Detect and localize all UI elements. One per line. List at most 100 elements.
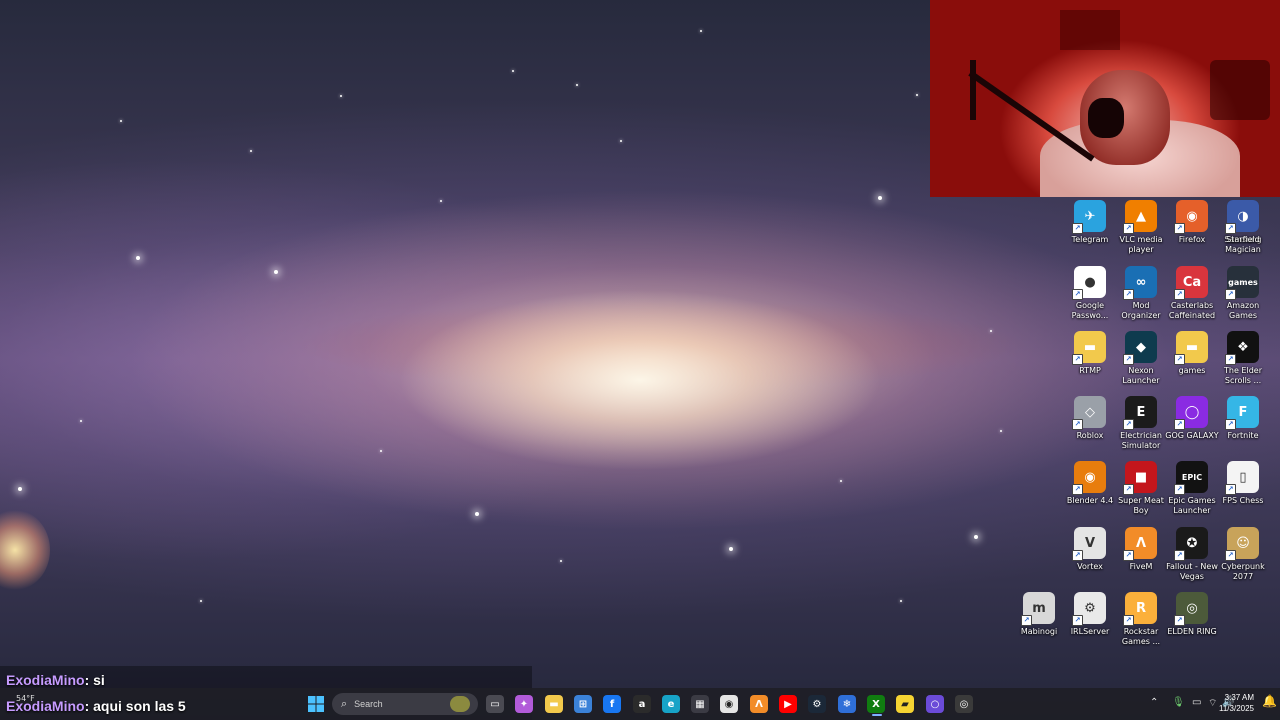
- app-icon: ✪ ↗: [1174, 527, 1208, 561]
- app-icon: m ↗: [1021, 592, 1055, 626]
- desktop-icon[interactable]: ❖ ↗ The Elder Scrolls ...: [1216, 331, 1270, 386]
- desktop-icon-label: Fortnite: [1227, 431, 1259, 440]
- desktop-icon-label: GOG GALAXY: [1165, 431, 1219, 440]
- clock-date: 11/3/2025: [1219, 704, 1254, 713]
- desktop-icon[interactable]: Λ ↗ FiveM: [1114, 527, 1168, 572]
- shortcut-arrow-icon: ↗: [1123, 419, 1134, 430]
- taskbar-app-file-explorer[interactable]: ▬: [542, 692, 566, 716]
- start-button[interactable]: [304, 692, 328, 716]
- taskbar-app-calculator[interactable]: ▦: [688, 692, 712, 716]
- desktop-icon[interactable]: ▬ ↗ games: [1165, 331, 1219, 376]
- taskbar-app-microsoft-store[interactable]: ⊞: [571, 692, 595, 716]
- desktop-icon[interactable]: ● ↗ Google Passwo...: [1063, 266, 1117, 321]
- chevron-up-icon[interactable]: ⌃: [1150, 697, 1158, 708]
- desktop-icon-label: Firefox: [1178, 235, 1206, 244]
- desktop-icon[interactable]: ◇ ↗ Roblox: [1063, 396, 1117, 441]
- webcam-lamp: [1060, 10, 1120, 50]
- star: [512, 70, 514, 72]
- desktop-icon[interactable]: ✈ ↗ Telegram: [1063, 200, 1117, 245]
- notification-icon[interactable]: 🔔: [1262, 694, 1277, 708]
- shortcut-arrow-icon: ↗: [1174, 615, 1185, 626]
- desktop-icon[interactable]: ⚙ ↗ IRLServer: [1063, 592, 1117, 637]
- app-icon: ▲ ↗: [1123, 200, 1157, 234]
- star: [974, 535, 978, 539]
- app-icon: F ↗: [1225, 396, 1259, 430]
- star: [80, 420, 82, 422]
- desktop-icon[interactable]: ☺ ↗ Cyberpunk 2077: [1216, 527, 1270, 582]
- desktop-icon[interactable]: ◑ ↗ Starfield: [1216, 200, 1270, 245]
- desktop-icon[interactable]: ◉ ↗ Firefox: [1165, 200, 1219, 245]
- desktop-icon[interactable]: V ↗ Vortex: [1063, 527, 1117, 572]
- desktop-icon[interactable]: games ↗ Amazon Games: [1216, 266, 1270, 321]
- microphone-icon[interactable]: 🎙: [1172, 697, 1185, 708]
- taskbar-app-cortana-app[interactable]: ○: [923, 692, 947, 716]
- desktop-icon-label: Rockstar Games ...: [1121, 627, 1161, 646]
- taskbar-app-amazon[interactable]: a: [630, 692, 654, 716]
- chat-line: ExodiaMino: aqui son las 5: [6, 698, 186, 714]
- star: [136, 256, 140, 260]
- display-icon[interactable]: ▭: [1192, 697, 1201, 708]
- shortcut-arrow-icon: ↗: [1123, 484, 1134, 495]
- desktop-icon[interactable]: EPIC ↗ Epic Games Launcher: [1165, 461, 1219, 516]
- star: [18, 487, 22, 491]
- nebula-glow: [0, 510, 50, 590]
- desktop-icon-label: Roblox: [1076, 431, 1104, 440]
- desktop-icon[interactable]: ◉ ↗ Blender 4.4: [1063, 461, 1117, 506]
- app-icon: ✈ ↗: [1072, 200, 1106, 234]
- taskbar-app-task-view[interactable]: ▭: [483, 692, 507, 716]
- blue-app-icon: ❄: [838, 695, 856, 713]
- star: [274, 270, 278, 274]
- taskbar-app-facebook[interactable]: f: [600, 692, 624, 716]
- desktop-icon[interactable]: m ↗ Mabinogi: [1012, 592, 1066, 637]
- system-clock[interactable]: 3:37 AM 11/3/2025: [1219, 692, 1254, 714]
- active-app-indicator: [872, 714, 882, 716]
- shortcut-arrow-icon: ↗: [1072, 289, 1083, 300]
- desktop-icon[interactable]: R ↗ Rockstar Games ...: [1114, 592, 1168, 647]
- taskbar-app-blue-app[interactable]: ❄: [835, 692, 859, 716]
- shortcut-arrow-icon: ↗: [1225, 223, 1236, 234]
- shortcut-arrow-icon: ↗: [1072, 419, 1083, 430]
- desktop-icon-label: The Elder Scrolls ...: [1224, 366, 1262, 385]
- network-icon[interactable]: ⌔: [1208, 697, 1217, 710]
- desktop-icon[interactable]: F ↗ Fortnite: [1216, 396, 1270, 441]
- desktop-icon[interactable]: ◎ ↗ ELDEN RING: [1165, 592, 1219, 637]
- shortcut-arrow-icon: ↗: [1072, 484, 1083, 495]
- desktop-icon-grid: ✈↗Telegram▲↗VLC media player◉↗Firefox○↗S…: [1021, 200, 1280, 660]
- desktop-icon-label: Vortex: [1077, 562, 1103, 571]
- clock-time: 3:37 AM: [1224, 693, 1254, 702]
- star: [1000, 430, 1002, 432]
- star: [990, 330, 992, 332]
- youtube-icon: ▶: [779, 695, 797, 713]
- desktop-icon[interactable]: ◯ ↗ GOG GALAXY: [1165, 396, 1219, 441]
- desktop-icon[interactable]: ∞ ↗ Mod Organizer: [1114, 266, 1168, 321]
- desktop-icon[interactable]: ▬ ↗ RTMP: [1063, 331, 1117, 376]
- taskbar-app-steam[interactable]: ⚙: [805, 692, 829, 716]
- microsoft-store-icon: ⊞: [574, 695, 592, 713]
- taskbar-app-obs[interactable]: ◎: [952, 692, 976, 716]
- shortcut-arrow-icon: ↗: [1123, 354, 1134, 365]
- desktop-icon-label: VLC media player: [1119, 235, 1163, 254]
- taskbar-app-edge[interactable]: e: [659, 692, 683, 716]
- taskbar-app-fivem[interactable]: Λ: [747, 692, 771, 716]
- search-placeholder: Search: [354, 699, 383, 709]
- taskbar-app-youtube[interactable]: ▶: [776, 692, 800, 716]
- taskbar-app-xbox[interactable]: X: [864, 692, 888, 716]
- desktop-icon[interactable]: Ca ↗ Casterlabs Caffeinated: [1165, 266, 1219, 321]
- shortcut-arrow-icon: ↗: [1021, 615, 1032, 626]
- shortcut-arrow-icon: ↗: [1174, 484, 1185, 495]
- obs-icon: ◎: [955, 695, 973, 713]
- desktop-icon[interactable]: ▲ ↗ VLC media player: [1114, 200, 1168, 255]
- desktop-icon[interactable]: ✪ ↗ Fallout - New Vegas: [1165, 527, 1219, 582]
- taskbar-app-sticky-notes[interactable]: ▰: [893, 692, 917, 716]
- star: [120, 120, 122, 122]
- taskbar-app-chrome[interactable]: ◉: [717, 692, 741, 716]
- app-icon: R ↗: [1123, 592, 1157, 626]
- desktop-icon[interactable]: ◆ ↗ Nexon Launcher: [1114, 331, 1168, 386]
- desktop-icon-label: Super Meat Boy: [1118, 496, 1164, 515]
- desktop-icon[interactable]: ■ ↗ Super Meat Boy: [1114, 461, 1168, 516]
- desktop-icon[interactable]: ▯ ↗ FPS Chess: [1216, 461, 1270, 506]
- taskbar-app-copilot[interactable]: ✦: [512, 692, 536, 716]
- desktop-icon[interactable]: E ↗ Electrician Simulator: [1114, 396, 1168, 451]
- desktop-icon-label: Starfield: [1226, 235, 1260, 244]
- search-icon: ⌕: [341, 697, 348, 710]
